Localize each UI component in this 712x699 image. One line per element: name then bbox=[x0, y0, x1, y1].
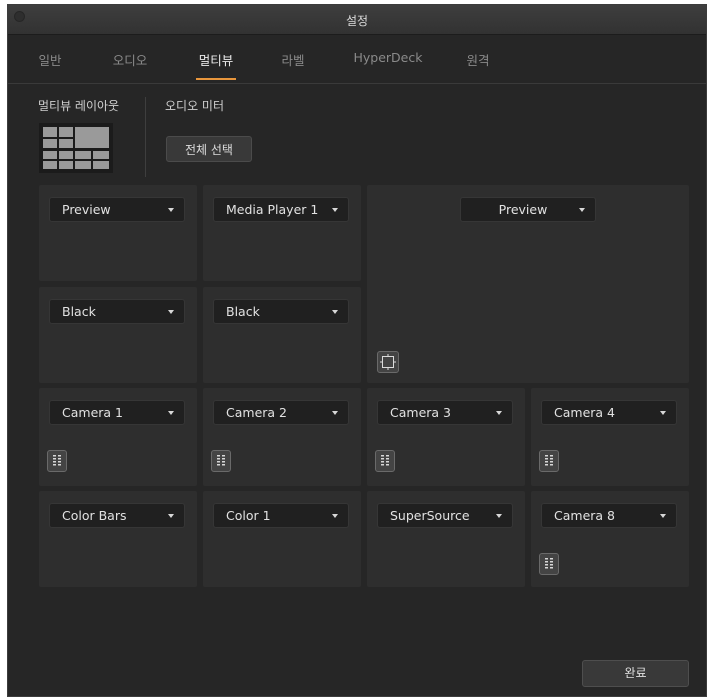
view-source-dropdown[interactable]: Camera 1 bbox=[49, 400, 185, 425]
chevron-down-icon bbox=[168, 411, 174, 415]
meter-bar-icon bbox=[386, 455, 389, 467]
audio-meter-toggle[interactable] bbox=[375, 450, 395, 472]
dropdown-value: Black bbox=[226, 304, 260, 319]
view-panel-7: Camera 3 bbox=[367, 388, 525, 486]
multiview-layout-button[interactable] bbox=[39, 123, 113, 173]
view-panel-4: Black bbox=[203, 287, 361, 383]
tab-remote[interactable]: 원격 bbox=[456, 50, 500, 80]
layout-cell bbox=[43, 139, 57, 148]
tab-bar: 일반 오디오 멀티뷰 라벨 HyperDeck 원격 bbox=[8, 35, 706, 84]
dropdown-value: Media Player 1 bbox=[226, 202, 319, 217]
frame-icon bbox=[380, 354, 396, 370]
view-source-dropdown[interactable]: Camera 2 bbox=[213, 400, 349, 425]
chevron-down-icon bbox=[660, 411, 666, 415]
chevron-down-icon bbox=[168, 208, 174, 212]
audio-meter-toggle[interactable] bbox=[47, 450, 67, 472]
chevron-down-icon bbox=[332, 514, 338, 518]
audio-meter-toggle[interactable] bbox=[539, 553, 559, 575]
chevron-down-icon bbox=[332, 411, 338, 415]
multiview-layout-label: 멀티뷰 레이아웃 bbox=[38, 99, 120, 113]
view-source-dropdown[interactable]: Camera 4 bbox=[541, 400, 677, 425]
chevron-down-icon bbox=[168, 310, 174, 314]
title-bar: 설정 bbox=[8, 5, 706, 35]
tab-audio[interactable]: 오디오 bbox=[103, 50, 157, 80]
chevron-down-icon bbox=[332, 310, 338, 314]
view-panel-12: Camera 8 bbox=[531, 491, 689, 587]
view-source-dropdown[interactable]: Black bbox=[49, 299, 185, 324]
chevron-down-icon bbox=[332, 208, 338, 212]
select-all-button[interactable]: 전체 선택 bbox=[166, 136, 252, 162]
dropdown-value: Camera 2 bbox=[226, 405, 287, 420]
view-source-dropdown[interactable]: Camera 3 bbox=[377, 400, 513, 425]
meter-bar-icon bbox=[381, 455, 384, 467]
view-panel-3: Black bbox=[39, 287, 197, 383]
audio-meter-label: 오디오 미터 bbox=[165, 99, 225, 113]
meter-bar-icon bbox=[550, 558, 553, 570]
done-button[interactable]: 완료 bbox=[582, 660, 689, 687]
dropdown-value: Preview bbox=[498, 202, 548, 217]
view-source-dropdown[interactable]: Color 1 bbox=[213, 503, 349, 528]
view-panel-5: Camera 1 bbox=[39, 388, 197, 486]
dropdown-value: Black bbox=[62, 304, 96, 319]
layout-cell bbox=[43, 161, 57, 169]
chevron-down-icon bbox=[496, 514, 502, 518]
view-panel-10: Color 1 bbox=[203, 491, 361, 587]
dropdown-value: Color 1 bbox=[226, 508, 271, 523]
view-source-dropdown[interactable]: Color Bars bbox=[49, 503, 185, 528]
layout-cell bbox=[93, 161, 109, 169]
chevron-down-icon bbox=[496, 411, 502, 415]
view-panel-8: Camera 4 bbox=[531, 388, 689, 486]
dropdown-value: Preview bbox=[62, 202, 111, 217]
layout-cell bbox=[59, 151, 73, 159]
view-source-dropdown[interactable]: SuperSource bbox=[377, 503, 513, 528]
dropdown-value: Camera 1 bbox=[62, 405, 123, 420]
meter-bar-icon bbox=[53, 455, 56, 467]
fit-frame-button[interactable] bbox=[377, 351, 399, 373]
dropdown-value: Camera 4 bbox=[554, 405, 615, 420]
dropdown-value: Camera 3 bbox=[390, 405, 451, 420]
view-source-dropdown[interactable]: Black bbox=[213, 299, 349, 324]
view-panel-11: SuperSource bbox=[367, 491, 525, 587]
meter-bar-icon bbox=[217, 455, 220, 467]
layout-cell bbox=[59, 161, 73, 169]
layout-cell bbox=[59, 127, 73, 137]
audio-meter-toggle[interactable] bbox=[211, 450, 231, 472]
dropdown-value: Camera 8 bbox=[554, 508, 615, 523]
layout-cell bbox=[75, 161, 91, 169]
dropdown-value: Color Bars bbox=[62, 508, 127, 523]
audio-meter-toggle[interactable] bbox=[539, 450, 559, 472]
meter-bar-icon bbox=[550, 455, 553, 467]
layout-cell bbox=[75, 127, 109, 148]
meter-bar-icon bbox=[58, 455, 61, 467]
layout-cell bbox=[43, 127, 57, 137]
view-panel-9: Color Bars bbox=[39, 491, 197, 587]
section-divider bbox=[145, 97, 146, 177]
view-source-dropdown[interactable]: Preview bbox=[49, 197, 185, 222]
view-panel-6: Camera 2 bbox=[203, 388, 361, 486]
layout-cell bbox=[93, 151, 109, 159]
layout-cell bbox=[59, 139, 73, 148]
window-title: 설정 bbox=[345, 14, 369, 28]
view-source-dropdown[interactable]: Camera 8 bbox=[541, 503, 677, 528]
chevron-down-icon bbox=[660, 514, 666, 518]
layout-cell bbox=[75, 151, 91, 159]
settings-window: 설정 일반 오디오 멀티뷰 라벨 HyperDeck 원격 멀티뷰 레이아웃 오… bbox=[7, 4, 707, 697]
view-panel-2: Media Player 1 bbox=[203, 185, 361, 281]
tab-general[interactable]: 일반 bbox=[28, 50, 72, 80]
meter-bar-icon bbox=[222, 455, 225, 467]
tab-hyperdeck[interactable]: HyperDeck bbox=[348, 50, 428, 80]
chevron-down-icon bbox=[579, 208, 585, 212]
layout-cell bbox=[43, 151, 57, 159]
view-source-dropdown[interactable]: Preview bbox=[460, 197, 596, 222]
view-panel-1: Preview bbox=[39, 185, 197, 281]
view-panel-large: Preview bbox=[367, 185, 689, 383]
tab-multiview[interactable]: 멀티뷰 bbox=[189, 50, 243, 80]
meter-bar-icon bbox=[545, 558, 548, 570]
chevron-down-icon bbox=[168, 514, 174, 518]
dropdown-value: SuperSource bbox=[390, 508, 470, 523]
tab-labels[interactable]: 라벨 bbox=[271, 50, 315, 80]
view-source-dropdown[interactable]: Media Player 1 bbox=[213, 197, 349, 222]
meter-bar-icon bbox=[545, 455, 548, 467]
